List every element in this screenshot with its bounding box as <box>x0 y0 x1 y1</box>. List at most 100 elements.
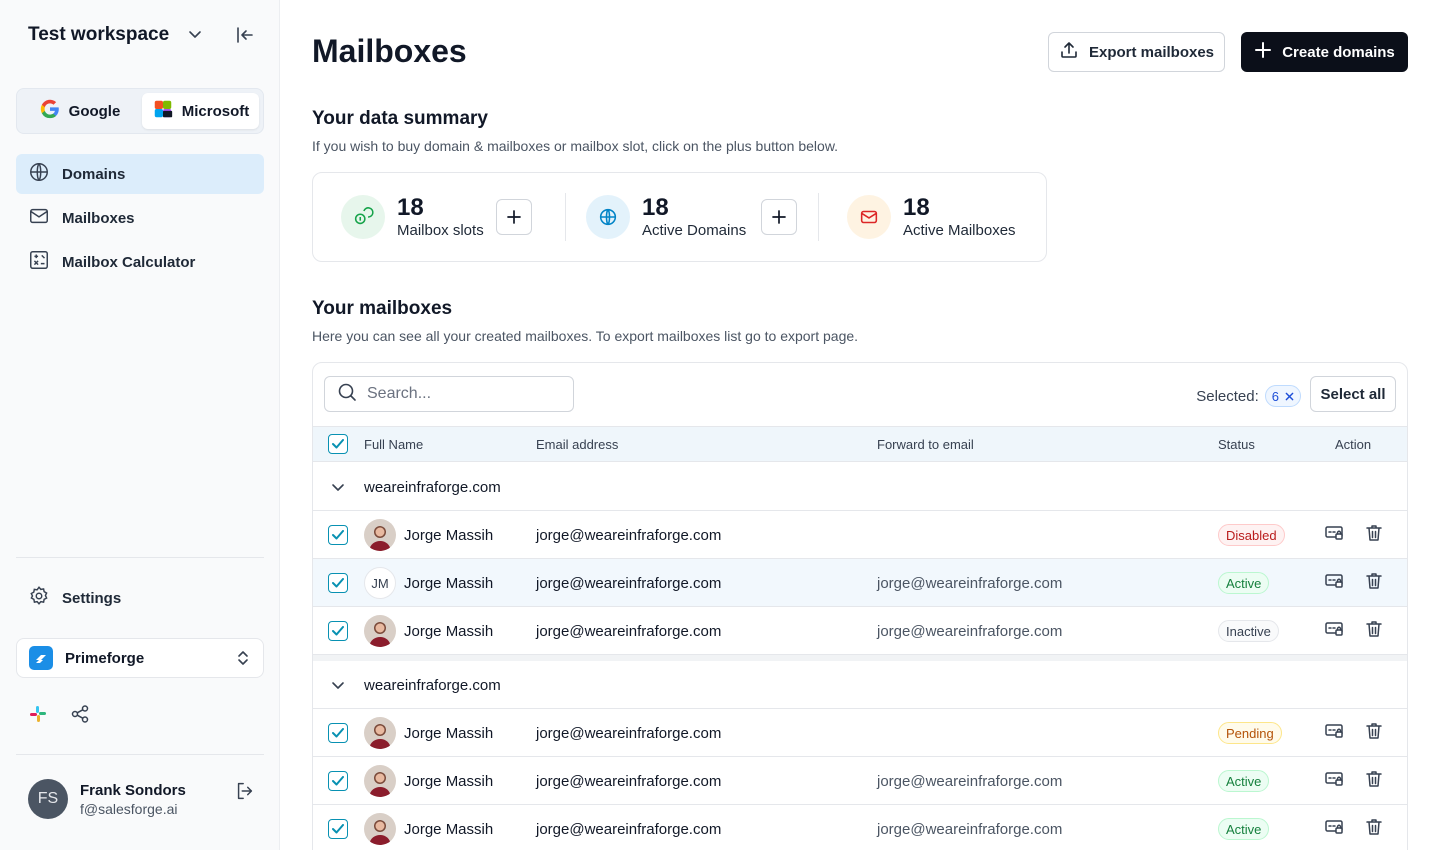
status-cell: Disabled <box>1218 511 1285 559</box>
stat-active-domains: 18 Active Domains <box>586 195 746 239</box>
trash-icon[interactable] <box>1364 817 1384 841</box>
action-cell <box>1324 607 1384 655</box>
table-row[interactable]: Jorge Massih jorge@weareinfraforge.com jor… <box>313 607 1407 655</box>
page-title: Mailboxes <box>312 33 467 69</box>
provider-google-button[interactable]: Google <box>21 93 138 129</box>
name-cell: Jorge Massih <box>364 607 493 655</box>
summary-card: 18 Mailbox slots 18 Active Domains 18 Ac… <box>312 172 1047 262</box>
credentials-icon[interactable] <box>1324 523 1344 547</box>
stat-label: Active Domains <box>642 222 747 239</box>
credentials-icon[interactable] <box>1324 619 1344 643</box>
status-cell: Active <box>1218 757 1270 805</box>
trash-icon[interactable] <box>1364 721 1384 745</box>
action-cell <box>1324 559 1384 607</box>
table-row[interactable]: Jorge Massih jorge@weareinfraforge.com jor… <box>313 805 1407 850</box>
microsoft-icon <box>152 98 174 124</box>
sidebar-item-domains[interactable]: Domains <box>16 154 264 194</box>
primeforge-logo-icon <box>29 646 53 670</box>
table-header: Full Name Email address Forward to email… <box>313 426 1407 462</box>
header-checkbox[interactable] <box>328 434 348 454</box>
table-row[interactable]: JM Jorge Massih jorge@weareinfraforge.com j… <box>313 559 1407 607</box>
avatar <box>364 615 396 647</box>
sidebar-item-settings[interactable]: Settings <box>16 578 264 618</box>
chevron-down-icon[interactable] <box>331 661 345 709</box>
domain-group-header[interactable]: weareinfraforge.com <box>313 463 1407 511</box>
add-domains-button[interactable] <box>761 199 797 235</box>
email-address: jorge@weareinfraforge.com <box>536 526 722 544</box>
row-checkbox[interactable] <box>328 709 348 757</box>
email-address: jorge@weareinfraforge.com <box>536 820 722 838</box>
selected-count: 6 <box>1271 388 1279 404</box>
full-name: Jorge Massih <box>404 574 494 592</box>
forward-email: jorge@weareinfraforge.com <box>877 622 1063 640</box>
mail-icon <box>28 205 50 231</box>
clear-selection-icon[interactable] <box>1285 389 1294 404</box>
search-input[interactable]: Search... <box>324 376 574 412</box>
status-cell: Inactive <box>1218 607 1279 655</box>
workspace-switcher[interactable]: Test workspace <box>28 20 259 50</box>
divider <box>16 754 264 755</box>
row-checkbox[interactable] <box>328 757 348 805</box>
name-cell: Jorge Massih <box>364 757 493 805</box>
selected-count-badge: 6 <box>1264 385 1301 407</box>
table-row[interactable]: Jorge Massih jorge@weareinfraforge.com jor… <box>313 757 1407 805</box>
status-badge: Disabled <box>1218 524 1285 546</box>
globe-icon <box>28 161 50 187</box>
provider-microsoft-button[interactable]: Microsoft <box>142 93 259 129</box>
provider-google-label: Google <box>68 102 121 120</box>
email-address: jorge@weareinfraforge.com <box>536 724 722 742</box>
organization-selector[interactable]: Primeforge <box>16 638 264 678</box>
settings-label: Settings <box>62 589 122 607</box>
full-name: Jorge Massih <box>404 526 494 544</box>
gear-icon <box>28 585 50 611</box>
trash-icon[interactable] <box>1364 523 1384 547</box>
chevron-down-icon[interactable] <box>331 463 345 511</box>
slack-icon[interactable] <box>28 704 48 729</box>
action-cell <box>1324 757 1384 805</box>
collapse-sidebar-icon[interactable] <box>234 24 256 46</box>
export-mailboxes-button[interactable]: Export mailboxes <box>1048 32 1225 72</box>
stat-mailbox-slots: 18 Mailbox slots <box>341 195 484 239</box>
chevron-down-icon[interactable] <box>188 27 202 41</box>
create-label: Create domains <box>1282 43 1395 61</box>
sidebar-item-mailbox-calculator[interactable]: Mailbox Calculator <box>16 242 264 282</box>
row-checkbox[interactable] <box>328 559 348 607</box>
status-cell: Active <box>1218 559 1270 607</box>
add-mailbox-slots-button[interactable] <box>496 199 532 235</box>
forward-email: jorge@weareinfraforge.com <box>877 772 1063 790</box>
divider <box>818 193 819 241</box>
stat-value: 18 <box>903 194 930 221</box>
user-email: f@salesforge.ai <box>80 800 178 817</box>
row-checkbox[interactable] <box>328 607 348 655</box>
forward-email: jorge@weareinfraforge.com <box>877 820 1063 838</box>
stat-active-mailboxes: 18 Active Mailboxes <box>847 195 1016 239</box>
selected-label: Selected: <box>1196 387 1259 405</box>
table-row[interactable]: Jorge Massih jorge@weareinfraforge.com Pen… <box>313 709 1407 757</box>
row-checkbox[interactable] <box>328 511 348 559</box>
credentials-icon[interactable] <box>1324 571 1344 595</box>
main-content: Mailboxes Export mailboxes Create domain… <box>280 0 1440 850</box>
name-cell: Jorge Massih <box>364 805 493 850</box>
credentials-icon[interactable] <box>1324 769 1344 793</box>
stat-value: 18 <box>397 194 424 221</box>
share-icon[interactable] <box>70 704 90 729</box>
action-cell <box>1324 709 1384 757</box>
logout-icon[interactable] <box>234 780 256 807</box>
credentials-icon[interactable] <box>1324 817 1344 841</box>
domain-group-header[interactable]: weareinfraforge.com <box>313 661 1407 709</box>
mailboxes-title: Your mailboxes <box>312 298 453 319</box>
sidebar-item-mailboxes[interactable]: Mailboxes <box>16 198 264 238</box>
status-cell: Active <box>1218 805 1270 850</box>
trash-icon[interactable] <box>1364 619 1384 643</box>
create-domains-button[interactable]: Create domains <box>1241 32 1408 72</box>
select-all-button[interactable]: Select all <box>1310 376 1396 412</box>
trash-icon[interactable] <box>1364 769 1384 793</box>
sidebar-item-label: Mailboxes <box>62 209 135 227</box>
divider <box>16 557 264 558</box>
credentials-icon[interactable] <box>1324 721 1344 745</box>
trash-icon[interactable] <box>1364 571 1384 595</box>
column-header-email: Email address <box>536 437 619 452</box>
name-cell: Jorge Massih <box>364 511 493 559</box>
table-row[interactable]: Jorge Massih jorge@weareinfraforge.com Dis… <box>313 511 1407 559</box>
row-checkbox[interactable] <box>328 805 348 850</box>
